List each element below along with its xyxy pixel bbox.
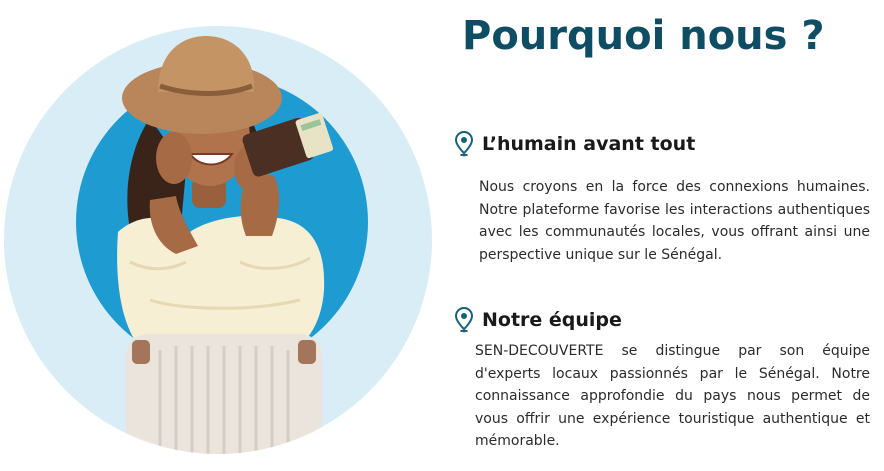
feature-title: Notre équipe (482, 309, 622, 331)
hero-illustration (0, 0, 450, 471)
feature-description: Nous croyons en la force des connexions … (479, 179, 870, 263)
feature-description: SEN-DECOUVERTE se distingue par son équi… (475, 343, 870, 449)
feature-header: Notre équipe (454, 302, 870, 338)
why-us-section: Pourquoi nous ? L’humain avant tout Nous… (0, 0, 884, 471)
feature-header: L’humain avant tout (454, 126, 870, 162)
section-title: Pourquoi nous ? (462, 13, 825, 59)
suitcase (126, 334, 322, 454)
location-pin-icon (454, 130, 474, 157)
feature-human-first: L’humain avant tout Nous croyons en la f… (454, 126, 870, 266)
left-hand (156, 132, 192, 184)
location-pin-icon (454, 306, 474, 333)
feature-title: L’humain avant tout (482, 133, 696, 155)
feature-our-team: Notre équipe SEN-DECOUVERTE se distingue… (454, 302, 870, 453)
blouse (117, 215, 325, 350)
